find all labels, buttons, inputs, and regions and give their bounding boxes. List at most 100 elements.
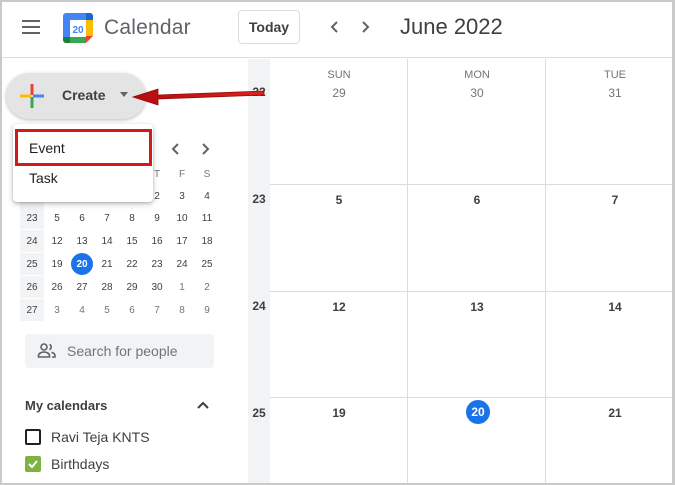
chevron-up-icon[interactable] (194, 397, 212, 415)
mini-day[interactable]: 28 (95, 276, 119, 298)
mini-day[interactable]: 12 (45, 230, 69, 252)
calendar-item-partial[interactable] (25, 481, 41, 483)
mini-day[interactable]: 24 (170, 253, 194, 275)
date-cell-number[interactable]: 29 (271, 86, 407, 100)
date-cell-number[interactable]: 21 (547, 406, 672, 420)
mini-week-number[interactable]: 23 (20, 207, 44, 229)
mini-day[interactable]: 16 (145, 230, 169, 252)
mini-week-number[interactable]: 27 (20, 299, 44, 321)
mini-day[interactable]: 1 (170, 276, 194, 298)
menu-item-task[interactable]: Task (13, 163, 153, 193)
row-divider (270, 184, 672, 185)
date-cell-number[interactable]: 13 (409, 300, 545, 314)
my-calendars-heading[interactable]: My calendars (25, 398, 107, 413)
mini-day[interactable]: 26 (45, 276, 69, 298)
checkbox-checked-icon[interactable] (25, 456, 41, 472)
calendar-item-label: Birthdays (51, 456, 110, 472)
mini-week-number[interactable]: 24 (20, 230, 44, 252)
chevron-right-icon (202, 143, 210, 155)
mini-calendar-prev-button[interactable] (166, 139, 186, 159)
search-people-input[interactable]: Search for people (25, 334, 214, 368)
checkmark-icon (28, 460, 38, 469)
caret-down-icon (120, 92, 128, 97)
mini-day-today[interactable]: 20 (70, 253, 94, 275)
hamburger-menu-icon[interactable] (22, 18, 42, 34)
day-of-week-header: TUE (604, 69, 626, 81)
row-divider (270, 291, 672, 292)
checkbox-unchecked-icon[interactable] (25, 429, 41, 445)
mini-day[interactable]: 7 (145, 299, 169, 321)
mini-day[interactable]: 6 (70, 207, 94, 229)
mini-day-header: F (178, 169, 186, 180)
mini-day[interactable]: 3 (45, 299, 69, 321)
date-cell-number[interactable]: 6 (409, 193, 545, 207)
calendar-item-birthdays[interactable]: Birthdays (25, 454, 109, 474)
mini-today-badge: 20 (71, 253, 93, 275)
mini-day[interactable]: 18 (195, 230, 219, 252)
mini-day[interactable]: 25 (195, 253, 219, 275)
mini-week-number[interactable]: 26 (20, 276, 44, 298)
mini-day[interactable]: 4 (70, 299, 94, 321)
mini-day[interactable]: 29 (120, 276, 144, 298)
mini-day[interactable]: 27 (70, 276, 94, 298)
mini-day[interactable]: 21 (95, 253, 119, 275)
mini-day[interactable]: 23 (145, 253, 169, 275)
mini-week-row: 27 3 4 5 6 7 8 9 (20, 299, 220, 321)
mini-day[interactable]: 9 (145, 207, 169, 229)
previous-period-button[interactable] (324, 16, 346, 38)
mini-day[interactable]: 22 (120, 253, 144, 275)
mini-week-row: 24 12 13 14 15 16 17 18 (20, 230, 220, 252)
day-of-week-header: MON (464, 69, 490, 81)
date-cell-number[interactable]: 14 (547, 300, 672, 314)
mini-day[interactable]: 3 (170, 185, 194, 207)
row-divider (270, 397, 672, 398)
mini-day[interactable]: 19 (45, 253, 69, 275)
create-button[interactable]: Create (6, 73, 146, 119)
mini-day[interactable]: 2 (195, 276, 219, 298)
mini-day[interactable]: 4 (195, 185, 219, 207)
week-number[interactable]: 23 (248, 192, 270, 206)
mini-day[interactable]: 13 (70, 230, 94, 252)
mini-day[interactable]: 5 (95, 299, 119, 321)
week-number[interactable]: 24 (248, 299, 270, 313)
mini-day-header: S (203, 169, 211, 180)
calendar-logo-icon[interactable]: 20 (62, 12, 94, 44)
mini-day[interactable]: 14 (95, 230, 119, 252)
next-period-button[interactable] (354, 16, 376, 38)
mini-week-row: 25 19 20 21 22 23 24 25 (20, 253, 220, 275)
mini-week-row: 23 5 6 7 8 9 10 11 (20, 207, 220, 229)
current-period-title: June 2022 (400, 14, 503, 39)
mini-day[interactable]: 8 (120, 207, 144, 229)
annotation-highlight-box (15, 129, 152, 166)
sidebar: Create T F S 2 3 4 23 5 6 7 8 9 10 11 24… (2, 59, 248, 483)
date-cell-number[interactable]: 7 (547, 193, 672, 207)
mini-day[interactable]: 30 (145, 276, 169, 298)
today-button[interactable]: Today (238, 10, 300, 44)
mini-day[interactable]: 15 (120, 230, 144, 252)
date-cell-number[interactable]: 12 (271, 300, 407, 314)
today-date-badge[interactable]: 20 (466, 400, 490, 424)
mini-day[interactable]: 6 (120, 299, 144, 321)
date-cell-number[interactable]: 30 (409, 86, 545, 100)
week-number[interactable]: 22 (248, 85, 270, 99)
week-number[interactable]: 25 (248, 406, 270, 420)
mini-day[interactable]: 5 (45, 207, 69, 229)
date-cell-number[interactable]: 19 (271, 406, 407, 420)
mini-day[interactable]: 9 (195, 299, 219, 321)
mini-day[interactable]: 8 (170, 299, 194, 321)
calendar-item-label: Ravi Teja KNTS (51, 429, 150, 445)
mini-day[interactable]: 10 (170, 207, 194, 229)
column-divider (407, 59, 408, 483)
app-window: 20 Calendar Today June 2022 Create T F S… (0, 0, 675, 485)
mini-calendar-next-button[interactable] (195, 139, 215, 159)
mini-day[interactable]: 17 (170, 230, 194, 252)
day-of-week-header: SUN (327, 69, 351, 81)
calendar-item-ravi-teja[interactable]: Ravi Teja KNTS (25, 427, 150, 447)
mini-week-number[interactable]: 25 (20, 253, 44, 275)
create-button-label: Create (62, 87, 106, 103)
date-cell-number[interactable]: 31 (547, 86, 672, 100)
mini-day[interactable]: 7 (95, 207, 119, 229)
date-cell-number[interactable]: 5 (271, 193, 407, 207)
mini-day[interactable]: 11 (195, 207, 219, 229)
plus-multicolor-icon (20, 84, 44, 108)
